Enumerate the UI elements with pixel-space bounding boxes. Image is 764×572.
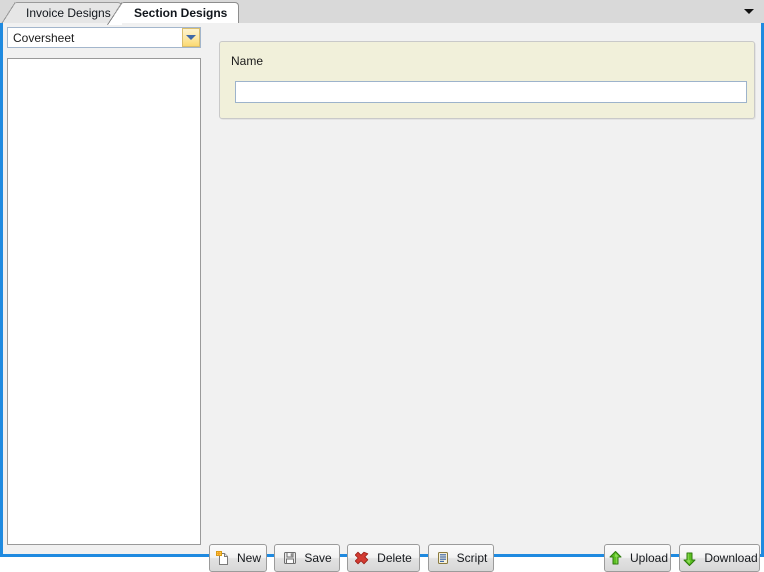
download-button-label: Download [704,551,758,565]
download-button[interactable]: Download [679,544,760,572]
new-button[interactable]: New [209,544,267,572]
green-down-arrow-icon [681,550,698,567]
name-groupbox [219,41,755,119]
red-x-icon [355,550,371,566]
script-document-icon [435,550,451,566]
script-button[interactable]: Script [428,544,494,572]
save-button[interactable]: Save [274,544,340,572]
upload-button[interactable]: Upload [604,544,671,572]
floppy-disk-icon [282,550,298,566]
main-panel: Coversheet Name New Save Delete Script U… [0,23,764,572]
tab-label: Section Designs [134,6,228,20]
design-list[interactable] [7,58,201,545]
new-button-label: New [237,551,262,565]
tab-section-designs[interactable]: Section Designs [106,2,240,25]
green-up-arrow-icon [607,550,624,567]
section-type-value: Coversheet [13,30,75,45]
new-page-icon [215,550,231,566]
save-button-label: Save [304,551,332,565]
script-button-label: Script [456,551,488,565]
combo-dropdown-button[interactable] [182,28,200,47]
name-input[interactable] [235,81,747,103]
section-type-combo[interactable]: Coversheet [7,27,201,48]
chevron-down-icon[interactable] [744,9,754,14]
tab-label: Invoice Designs [26,6,111,20]
upload-button-label: Upload [629,551,669,565]
chevron-down-icon [186,35,196,40]
delete-button[interactable]: Delete [347,544,420,572]
name-groupbox-caption: Name [227,54,268,68]
tab-invoice-designs[interactable]: Invoice Designs [1,2,122,24]
tab-strip: Invoice Designs Section Designs [0,0,764,25]
delete-button-label: Delete [377,551,412,565]
